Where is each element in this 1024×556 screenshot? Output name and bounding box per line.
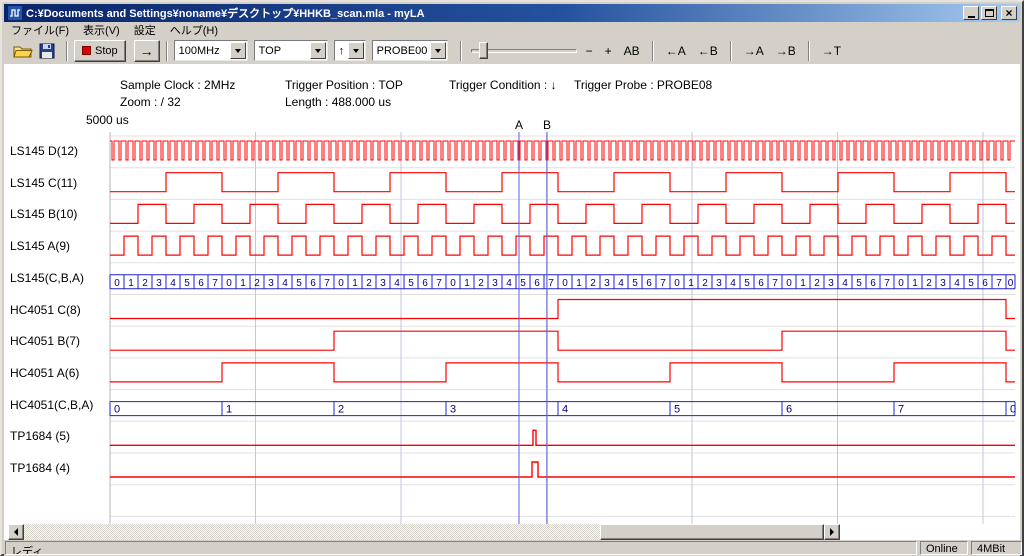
menu-file[interactable]: ファイル(F) [4,21,76,39]
titlebar[interactable]: C:¥Documents and Settings¥noname¥デスクトップ¥… [4,4,1020,22]
stop-label: Stop [95,45,118,57]
menu-help[interactable]: ヘルプ(H) [163,21,225,39]
channel-label: HC4051(C,B,A) [10,398,93,412]
channel-label: LS145(C,B,A) [10,271,84,285]
dropdown-arrow-icon[interactable] [310,42,326,59]
status-message: レディ [5,541,917,555]
trigger-position-value: TOP [255,45,309,57]
run-button[interactable]: → [134,40,160,62]
trigger-edge-combo[interactable]: ↑ [334,40,366,61]
trigger-probe-combo[interactable]: PROBE00 [372,40,448,61]
sample-clock-combo[interactable]: 100MHz [174,40,248,61]
trigger-edge-value: ↑ [335,45,347,57]
close-button[interactable]: × [1001,6,1017,20]
window-title: C:¥Documents and Settings¥noname¥デスクトップ¥… [26,5,963,21]
time-scale-label: 5000 us [86,113,129,127]
chevron-down-icon [235,49,241,56]
channel-label: HC4051 C(8) [10,303,81,317]
close-icon: × [1005,8,1012,18]
app-icon [8,6,22,20]
stop-button[interactable]: Stop [74,40,126,62]
chevron-down-icon [353,49,359,56]
app-window: C:¥Documents and Settings¥noname¥デスクトップ¥… [0,0,1024,556]
trigger-position-combo[interactable]: TOP [254,40,328,61]
channel-label: LS145 A(9) [10,239,70,253]
scroll-right-button[interactable] [824,524,840,540]
goto-trigger-button[interactable]: →T [818,42,845,60]
menubar: ファイル(F) 表示(V) 設定 ヘルプ(H) [4,22,1020,37]
zoom-out-button[interactable]: − [582,42,597,60]
dropdown-arrow-icon[interactable] [348,42,364,59]
ab-range-button[interactable]: AB [620,42,644,60]
open-file-button[interactable] [12,40,34,62]
stop-icon [82,46,91,55]
goto-a-left-button[interactable]: ←A [662,42,690,60]
goto-a-right-button[interactable]: →A [740,42,768,60]
folder-open-icon [13,43,33,59]
menu-settings[interactable]: 設定 [127,21,163,39]
sample-clock-text: Sample Clock : 2MHz [120,78,235,92]
run-arrow-icon: → [140,43,154,59]
menu-view[interactable]: 表示(V) [76,21,127,39]
chevron-down-icon [435,49,441,56]
maximize-icon [985,9,994,17]
arrow-left-icon [10,528,18,536]
status-memory: 4MBit [971,541,1022,555]
zoom-in-button[interactable]: + [601,42,616,60]
maximize-button[interactable] [981,6,997,20]
length-text: Length : 488.000 us [285,95,391,109]
trigger-probe-text: Trigger Probe : PROBE08 [574,78,712,92]
window-controls: × [963,6,1017,20]
content-area [4,64,1020,540]
minimize-icon [968,16,975,18]
channel-label: HC4051 A(6) [10,366,79,380]
channel-label: TP1684 (4) [10,461,70,475]
toolbar-separator [66,41,68,61]
dropdown-arrow-icon[interactable] [230,42,246,59]
channel-label: TP1684 (5) [10,429,70,443]
scroll-left-button[interactable] [8,524,24,540]
floppy-disk-icon [39,43,55,59]
channel-label: HC4051 B(7) [10,334,80,348]
channel-label: LS145 B(10) [10,207,77,221]
zoom-text: Zoom : / 32 [120,95,181,109]
scrollbar-thumb[interactable] [600,524,824,540]
toolbar-separator [652,41,654,61]
goto-b-right-button[interactable]: →B [772,42,800,60]
statusbar: レディ Online 4MBit [4,540,1020,556]
arrow-right-icon [830,528,838,536]
sample-clock-value: 100MHz [175,45,229,57]
goto-b-left-button[interactable]: ←B [694,42,722,60]
status-online: Online [920,541,968,555]
dropdown-arrow-icon[interactable] [430,42,446,59]
channel-label: LS145 D(12) [10,144,78,158]
toolbar-separator [730,41,732,61]
trigger-position-text: Trigger Position : TOP [285,78,403,92]
trigger-probe-value: PROBE00 [373,45,429,57]
toolbar-separator [166,41,168,61]
toolbar-separator [808,41,810,61]
toolbar: Stop → 100MHz TOP ↑ PROBE00 − + AB [4,37,1020,64]
minimize-button[interactable] [963,6,979,20]
slider-thumb[interactable] [479,42,488,59]
chevron-down-icon [315,49,321,56]
trigger-condition-value: Trigger Condition : ↓ [449,78,557,92]
zoom-slider[interactable] [468,40,580,62]
save-file-button[interactable] [36,40,58,62]
toolbar-separator [460,41,462,61]
horizontal-scrollbar[interactable] [8,524,840,540]
channel-label: LS145 C(11) [10,176,77,190]
trigger-condition-text: Trigger Condition : ↓ Trigger Probe : PR… [449,78,712,92]
